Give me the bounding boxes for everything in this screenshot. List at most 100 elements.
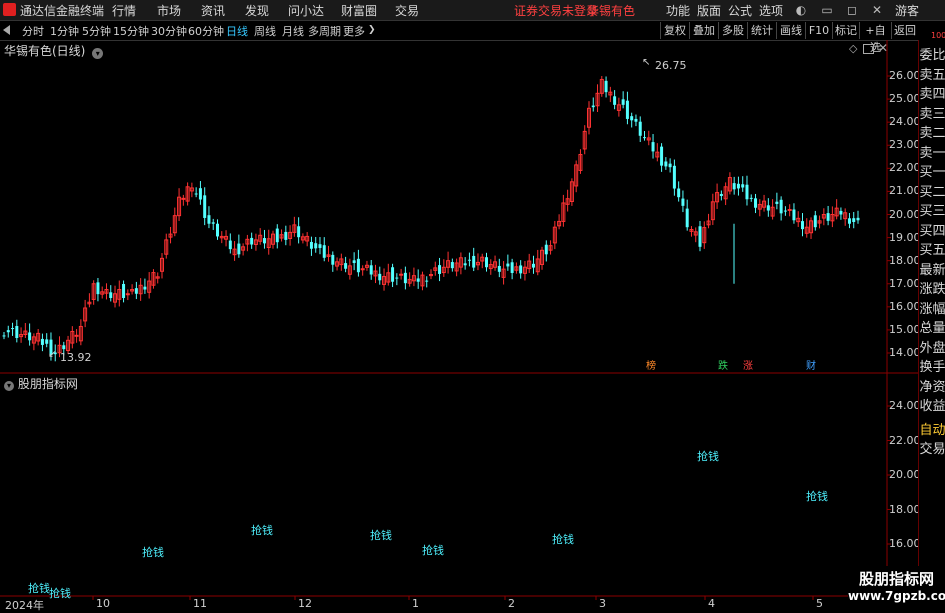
- low-arrow-icon: ↙: [48, 349, 57, 360]
- price-tick-label: 15.00: [889, 322, 921, 336]
- tool-draw[interactable]: 画线: [776, 22, 805, 39]
- menu-item-ask[interactable]: 问小达: [288, 2, 324, 19]
- period-monthly[interactable]: 月线: [282, 23, 304, 39]
- kline-chart[interactable]: [0, 40, 945, 609]
- period-intraday[interactable]: 分时: [22, 23, 44, 39]
- candle: [28, 323, 32, 346]
- tool-back[interactable]: 返回: [891, 22, 918, 39]
- menu-item-discover[interactable]: 发现: [245, 2, 269, 19]
- tool-mark[interactable]: 标记: [832, 22, 859, 39]
- price-tick-label: 16.00: [889, 299, 921, 313]
- minimize-icon[interactable]: ▭: [818, 1, 836, 19]
- menu-item-options[interactable]: 选项: [759, 2, 783, 19]
- candle: [279, 229, 284, 242]
- restore-icon[interactable]: ◻: [843, 1, 861, 19]
- candle: [185, 182, 190, 206]
- candle: [506, 254, 510, 271]
- menu-item-layout[interactable]: 版面: [697, 2, 721, 19]
- candle: [804, 218, 809, 238]
- candle: [454, 258, 459, 277]
- event-tag-list[interactable]: 榜: [645, 361, 657, 373]
- date-label: 10: [96, 597, 110, 610]
- candle: [241, 243, 246, 256]
- quote-panel-item[interactable]: 自动: [919, 421, 945, 440]
- period-multi[interactable]: 多周期: [308, 23, 341, 39]
- quote-panel-item: 外盘: [919, 340, 945, 356]
- candle: [2, 331, 6, 340]
- tool-add-watchlist[interactable]: +自选: [859, 22, 891, 54]
- candle: [250, 232, 254, 249]
- candle: [181, 194, 186, 206]
- stock-name: 华锡有色: [587, 4, 636, 18]
- tool-f10[interactable]: F10: [805, 22, 832, 39]
- quote-panel-item: 委比: [919, 48, 945, 63]
- menu-item-wealth[interactable]: 财富圈: [341, 2, 377, 19]
- candle: [271, 230, 276, 249]
- candle: [6, 325, 10, 338]
- menu-item-quotes[interactable]: 行情: [112, 2, 136, 19]
- candle: [754, 193, 758, 214]
- candle: [463, 257, 467, 270]
- skin-icon[interactable]: ◐: [792, 1, 810, 19]
- candle: [420, 271, 425, 291]
- menu-item-market[interactable]: 市场: [157, 2, 181, 19]
- signal-label: 抢钱: [370, 529, 392, 542]
- period-toolbar: 分时 1分钟 5分钟 15分钟 30分钟 60分钟 日线 周线 月线 多周期 更…: [0, 21, 945, 54]
- quote-panel-item: 收益: [919, 399, 945, 414]
- candle: [189, 182, 194, 198]
- tool-overlay[interactable]: 叠加: [689, 22, 718, 39]
- more-chevron-icon[interactable]: ❯: [368, 25, 376, 35]
- quote-panel-item: 卖四: [919, 87, 945, 102]
- candle: [689, 226, 694, 237]
- period-5min[interactable]: 5分钟: [82, 23, 111, 39]
- tool-multi-stock[interactable]: 多股: [718, 22, 747, 39]
- candle: [335, 257, 340, 271]
- indicator-dropdown-icon[interactable]: ▾: [4, 381, 14, 391]
- period-weekly[interactable]: 周线: [254, 23, 276, 39]
- candle: [253, 233, 258, 251]
- date-label: 12: [298, 597, 312, 610]
- quote-panel-item: 卖三: [919, 106, 945, 122]
- candle: [207, 206, 211, 229]
- event-tag-up[interactable]: 涨: [742, 361, 754, 373]
- period-more[interactable]: 更多: [343, 23, 365, 39]
- quote-panel: 委比 卖五 卖四 卖三 卖二 卖一 买一 买二 买三 买四 买五 最新 涨跌 涨幅 总量 外盘 换手 净资 收益 自动…: [918, 40, 945, 609]
- candle: [527, 253, 532, 273]
- candle: [130, 284, 135, 295]
- candle: [395, 273, 399, 286]
- candle: [391, 263, 395, 288]
- tool-stats[interactable]: 统计: [747, 22, 776, 39]
- candle: [403, 266, 407, 290]
- candle: [386, 263, 391, 286]
- candle: [360, 265, 365, 276]
- candle: [625, 91, 629, 125]
- period-15min[interactable]: 15分钟: [113, 23, 149, 39]
- candle: [458, 252, 463, 275]
- candle: [800, 213, 804, 237]
- menu-item-trade[interactable]: 交易: [395, 2, 419, 19]
- candle: [630, 112, 634, 128]
- candle: [151, 269, 156, 289]
- candle: [561, 194, 566, 227]
- period-30min[interactable]: 30分钟: [151, 23, 187, 39]
- guest-label[interactable]: 游客: [895, 2, 919, 19]
- quote-panel-item[interactable]: 交易: [919, 440, 945, 459]
- candle: [344, 256, 348, 273]
- candle: [519, 260, 523, 279]
- tool-adjust[interactable]: 复权: [660, 22, 689, 39]
- menu-item-formula[interactable]: 公式: [728, 2, 752, 19]
- menu-item-news[interactable]: 资讯: [201, 2, 225, 19]
- candle: [548, 240, 553, 255]
- candle: [352, 252, 356, 271]
- menu-item-function[interactable]: 功能: [666, 2, 690, 19]
- event-tag-finance[interactable]: 财: [805, 361, 817, 373]
- login-status[interactable]: 证券交易未登录: [514, 2, 598, 19]
- candle: [813, 210, 817, 231]
- close-icon[interactable]: ✕: [868, 1, 886, 19]
- candle: [715, 183, 720, 209]
- collapse-arrow-icon[interactable]: [3, 25, 10, 35]
- period-1min[interactable]: 1分钟: [50, 23, 79, 39]
- period-60min[interactable]: 60分钟: [188, 23, 224, 39]
- period-daily[interactable]: 日线: [226, 23, 248, 39]
- event-tag-down[interactable]: 跌: [717, 361, 729, 373]
